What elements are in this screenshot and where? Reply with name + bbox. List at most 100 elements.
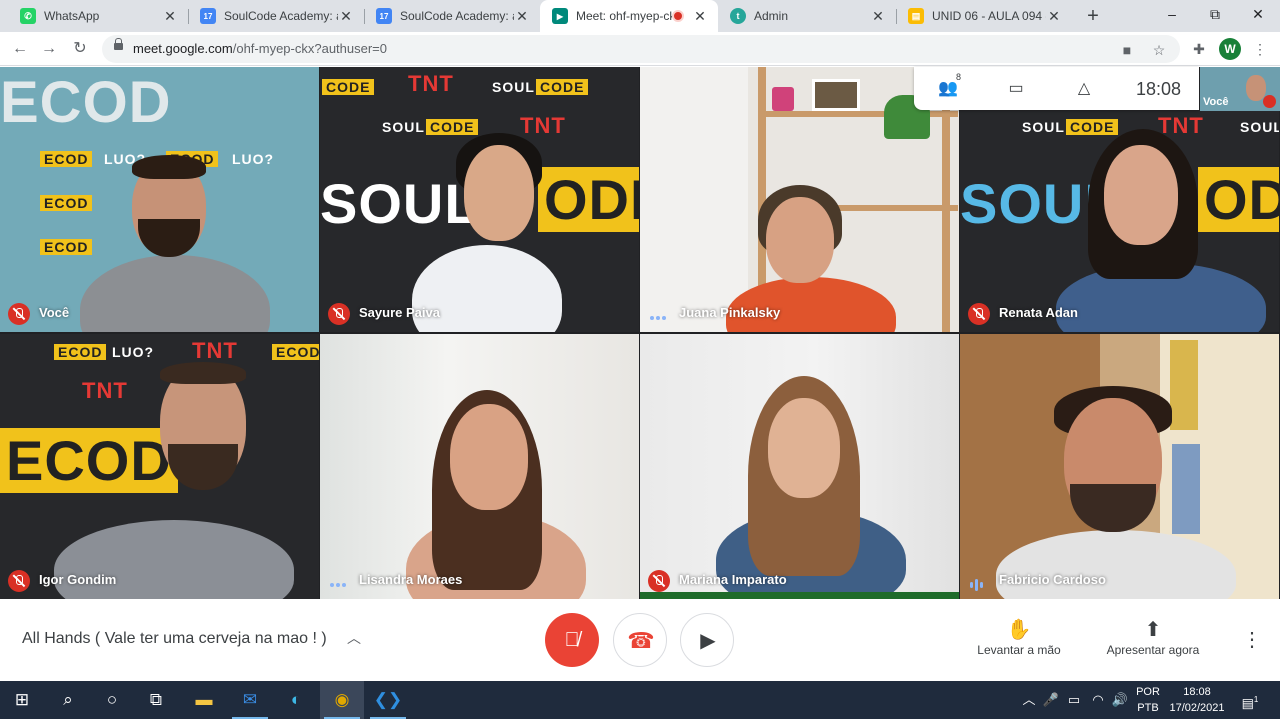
notifications-icon[interactable]: ▤1: [1236, 681, 1264, 719]
close-tab-icon[interactable]: ✕: [870, 8, 886, 25]
microphone-tray-icon[interactable]: 🎤: [1042, 681, 1060, 719]
backdrop-logo: ECOD: [272, 344, 319, 360]
file-explorer-icon[interactable]: ▬: [182, 681, 226, 719]
muted-mic-icon: [968, 303, 990, 325]
tab-title: UNID 06 - AULA 094 - (: [932, 9, 1046, 23]
activities-icon[interactable]: △: [1072, 77, 1096, 101]
system-date[interactable]: 17/02/2021: [1168, 702, 1226, 714]
participant-body: [54, 520, 294, 599]
participant-tile[interactable]: TNT SOUL CODE CODE SOUL CODE TNT SOUL_ O…: [320, 67, 639, 332]
camera-icon: ▶: [700, 630, 716, 652]
mail-icon[interactable]: ✉: [228, 681, 272, 719]
windows-start-icon[interactable]: ⊞: [0, 681, 44, 719]
backdrop-logo: SOUL: [382, 119, 425, 135]
reload-button[interactable]: ↻: [68, 37, 92, 61]
participant-hair: [132, 155, 206, 179]
bookmark-star-icon[interactable]: ☆: [1150, 41, 1168, 59]
battery-icon[interactable]: ▭: [1064, 681, 1084, 719]
participant-tile[interactable]: ECOD LUO? TNT ECOD TNT ECOD Igor Gondim: [0, 334, 319, 599]
forward-button[interactable]: →: [37, 37, 61, 61]
wifi-icon[interactable]: ◠: [1088, 681, 1108, 719]
minimize-button[interactable]: –: [1150, 0, 1194, 30]
close-tab-icon[interactable]: ✕: [692, 8, 708, 25]
input-language[interactable]: POR: [1134, 686, 1162, 698]
calendar-icon: 17: [376, 8, 392, 24]
participant-name: Lisandra Moraes: [359, 572, 463, 587]
volume-icon[interactable]: 🔊: [1110, 681, 1130, 719]
participant-name: Sayure Paiva: [359, 305, 440, 320]
participant-name: Mariana Imparato: [679, 572, 787, 587]
close-window-button[interactable]: ✕: [1236, 0, 1280, 30]
tab-meet[interactable]: ▶ Meet: ohf-myep-ck ✕: [540, 0, 718, 32]
extensions-puzzle-icon[interactable]: ✚: [1190, 40, 1208, 58]
backdrop-logo: ECOD: [0, 70, 172, 135]
maximize-button[interactable]: ⧉: [1193, 0, 1237, 30]
input-language-layout[interactable]: PTB: [1134, 702, 1162, 714]
lock-icon[interactable]: [114, 38, 123, 50]
backdrop-logo: SOUL: [492, 79, 535, 95]
tab-whatsapp[interactable]: ✆ WhatsApp ✕: [8, 0, 188, 32]
tab-unid06[interactable]: ▤ UNID 06 - AULA 094 - ( ✕: [896, 0, 1072, 32]
browser-tab-strip: ✆ WhatsApp ✕ 17 SoulCode Academy: ag ✕ 1…: [0, 0, 1280, 32]
chat-icon[interactable]: ▭: [1004, 77, 1028, 101]
close-tab-icon[interactable]: ✕: [1046, 8, 1062, 25]
participant-tile[interactable]: Fabricio Cardoso: [960, 334, 1279, 599]
profile-avatar[interactable]: W: [1219, 38, 1241, 60]
toggle-mic-button[interactable]: 🎙̸: [545, 613, 599, 667]
address-bar[interactable]: meet.google.com/ohf-myep-ckx?authuser=0 …: [102, 35, 1180, 63]
backdrop-logo: LUO?: [112, 344, 155, 360]
tab-soulcode-1[interactable]: 17 SoulCode Academy: ag ✕: [188, 0, 364, 32]
close-tab-icon[interactable]: ✕: [338, 8, 354, 25]
participant-face: [766, 197, 834, 283]
participant-tile-self[interactable]: ECOD ECOD LUO? ECOD ECOD ECOD LUO? Você: [0, 67, 319, 332]
tray-expand-icon[interactable]: ︿: [1020, 681, 1038, 719]
url-text: meet.google.com/ohf-myep-ckx?authuser=0: [133, 41, 387, 56]
participant-name: Você: [39, 305, 70, 320]
backdrop-logo: TNT: [192, 338, 238, 363]
participant-tile[interactable]: Lisandra Moraes: [320, 334, 639, 599]
leave-call-button[interactable]: ☎: [613, 613, 667, 667]
backdrop-logo: CODE: [536, 79, 589, 95]
close-tab-icon[interactable]: ✕: [514, 8, 530, 25]
participant-name: Renata Adan: [999, 305, 1078, 320]
tab-admin[interactable]: t Admin ✕: [718, 0, 896, 32]
chrome-browser-icon[interactable]: ◉: [320, 681, 364, 719]
present-screen-icon: ⬆: [1144, 619, 1162, 641]
google-meet-icon: ▶: [552, 8, 568, 24]
meeting-title[interactable]: All Hands ( Vale ter uma cerveja na mao …: [22, 630, 327, 648]
browser-toolbar: ← → ↻ meet.google.com/ohf-myep-ckx?authu…: [0, 32, 1280, 66]
toggle-camera-button[interactable]: ▶: [680, 613, 734, 667]
backdrop-logo: TNT: [82, 378, 128, 403]
edge-browser-icon[interactable]: ◐: [274, 681, 318, 719]
new-tab-button[interactable]: +: [1082, 4, 1104, 28]
tab-soulcode-2[interactable]: 17 SoulCode Academy: ag ✕: [364, 0, 540, 32]
close-tab-icon[interactable]: ✕: [162, 8, 178, 25]
participant-beard: [168, 444, 238, 490]
task-view-icon[interactable]: ⧉: [134, 681, 178, 719]
meet-control-bar: All Hands ( Vale ter uma cerveja na mao …: [0, 599, 1280, 681]
more-options-icon[interactable]: ⋮: [1240, 627, 1264, 652]
self-view-thumbnail[interactable]: Você: [1200, 67, 1280, 111]
whatsapp-icon: ✆: [20, 8, 36, 24]
raise-hand-label: Levantar a mão: [977, 643, 1061, 657]
present-now-label: Apresentar agora: [1106, 643, 1200, 657]
tab-title: SoulCode Academy: ag: [224, 9, 338, 23]
cortana-icon[interactable]: ○: [90, 681, 134, 719]
back-button[interactable]: ←: [8, 37, 32, 61]
participant-tile[interactable]: Mariana Imparato: [640, 334, 959, 599]
participant-tile[interactable]: Juana Pinkalsky: [640, 67, 959, 332]
system-clock[interactable]: 18:08: [1168, 686, 1226, 698]
backdrop-logo: TNT: [520, 113, 566, 138]
present-now-button[interactable]: ⬆ Apresentar agora: [1098, 617, 1208, 657]
chevron-up-icon[interactable]: ︿: [347, 628, 361, 648]
raise-hand-button[interactable]: ✋ Levantar a mão: [968, 617, 1070, 657]
backdrop-logo: ODE: [538, 167, 639, 232]
backdrop-logo: ECOD: [54, 344, 107, 360]
camera-permission-icon[interactable]: ■: [1118, 41, 1136, 59]
meeting-clock: 18:08: [1136, 79, 1182, 99]
search-icon[interactable]: ⌕: [46, 681, 90, 719]
browser-menu-icon[interactable]: ⋮: [1251, 40, 1269, 58]
wall-poster: [1172, 444, 1200, 534]
participant-face: [450, 404, 528, 510]
vscode-icon[interactable]: ❮❯: [366, 681, 410, 719]
